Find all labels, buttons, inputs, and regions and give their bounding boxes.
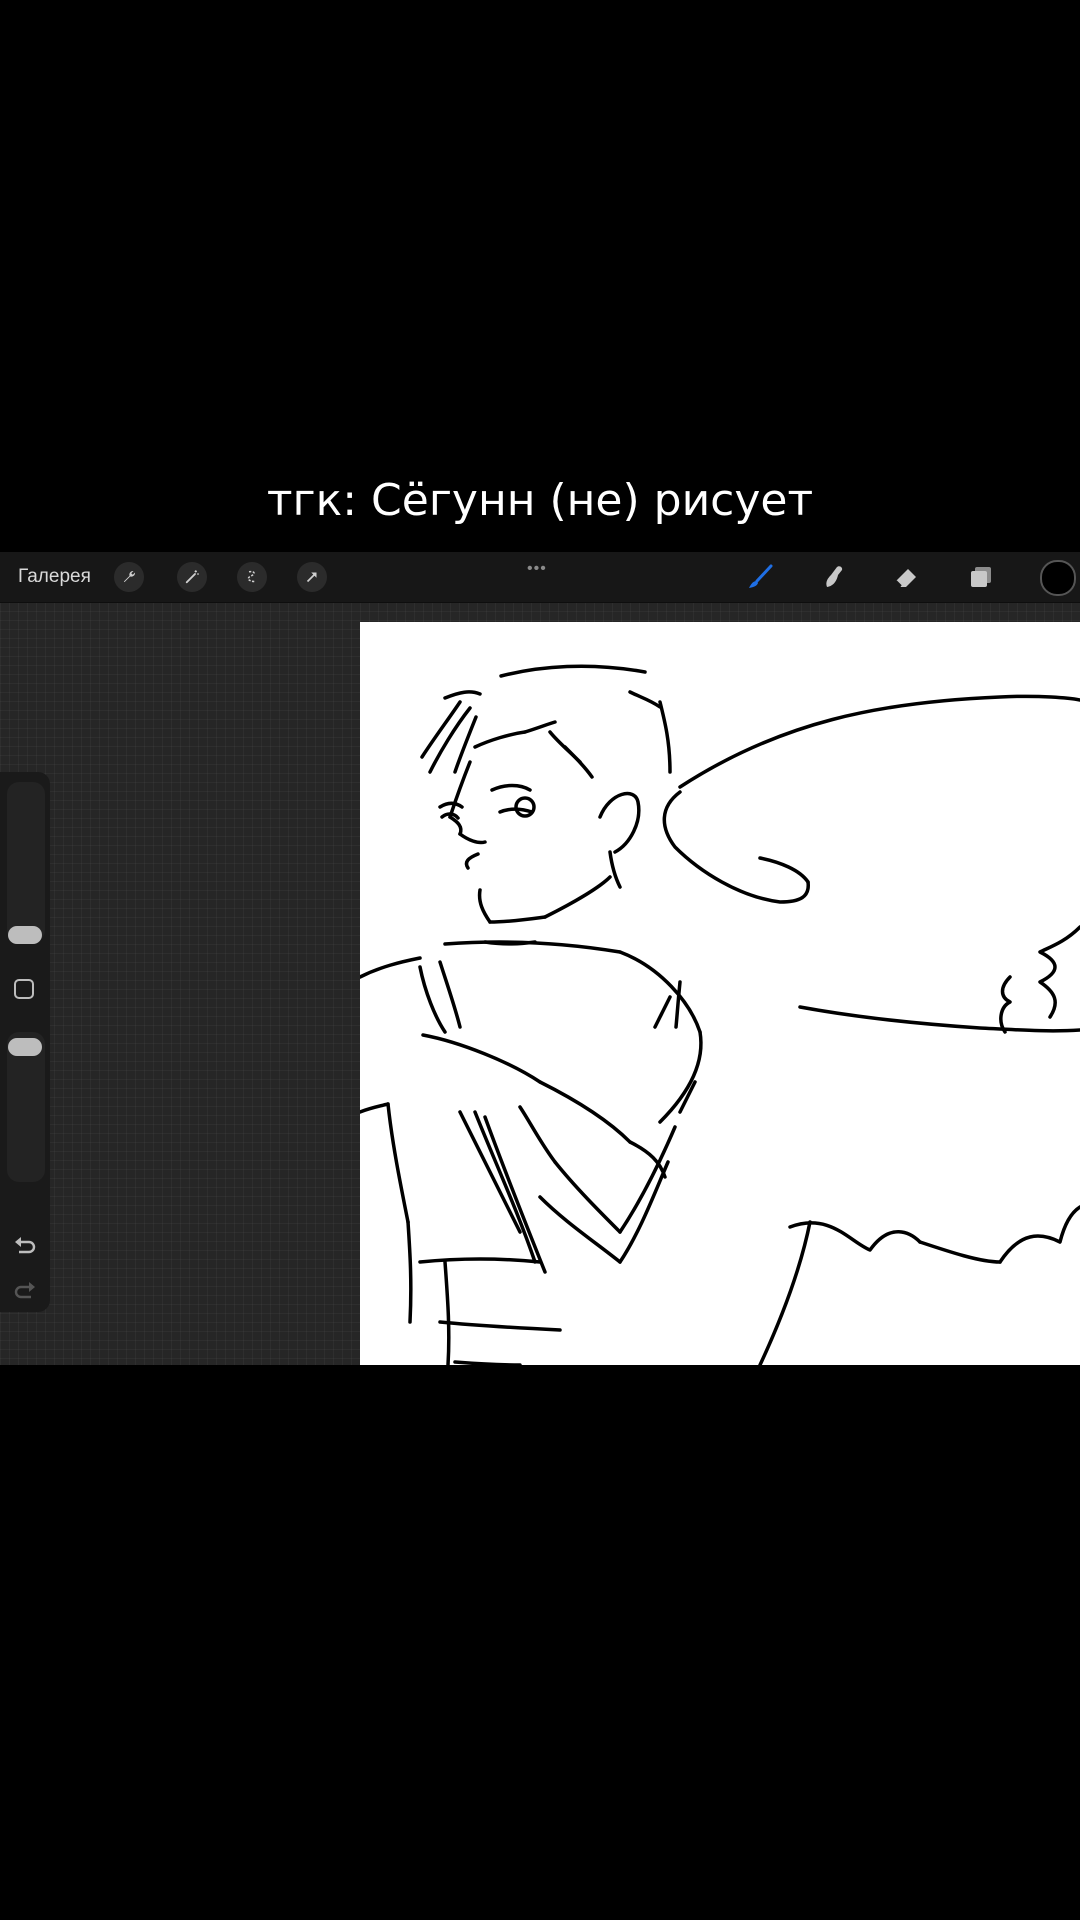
opacity-thumb[interactable] (8, 1038, 42, 1056)
procreate-app: Галерея ••• (0, 552, 1080, 1365)
brush-size-thumb[interactable] (8, 926, 42, 944)
brush-size-slider[interactable] (7, 782, 45, 942)
drawing-canvas[interactable] (360, 622, 1080, 1365)
eraser-icon[interactable] (890, 560, 924, 594)
color-picker-swatch[interactable] (1040, 560, 1076, 596)
undo-icon[interactable] (11, 1232, 39, 1260)
wrench-icon[interactable] (114, 562, 144, 592)
left-sidebar (0, 772, 50, 1312)
redo-icon[interactable] (11, 1277, 39, 1305)
smudge-icon[interactable] (816, 560, 850, 594)
video-caption: тгк: Сёгунн (не) рисует (266, 475, 814, 526)
selection-icon[interactable] (237, 562, 267, 592)
gallery-button[interactable]: Галерея (18, 565, 91, 589)
magic-wand-icon[interactable] (177, 562, 207, 592)
top-toolbar: Галерея ••• (0, 552, 1080, 603)
modify-button[interactable] (14, 979, 34, 999)
brush-icon[interactable] (743, 560, 777, 594)
more-indicator[interactable]: ••• (527, 560, 547, 578)
transform-arrow-icon[interactable] (297, 562, 327, 592)
sketch-artwork (360, 664, 1080, 1365)
layers-icon[interactable] (964, 560, 998, 594)
